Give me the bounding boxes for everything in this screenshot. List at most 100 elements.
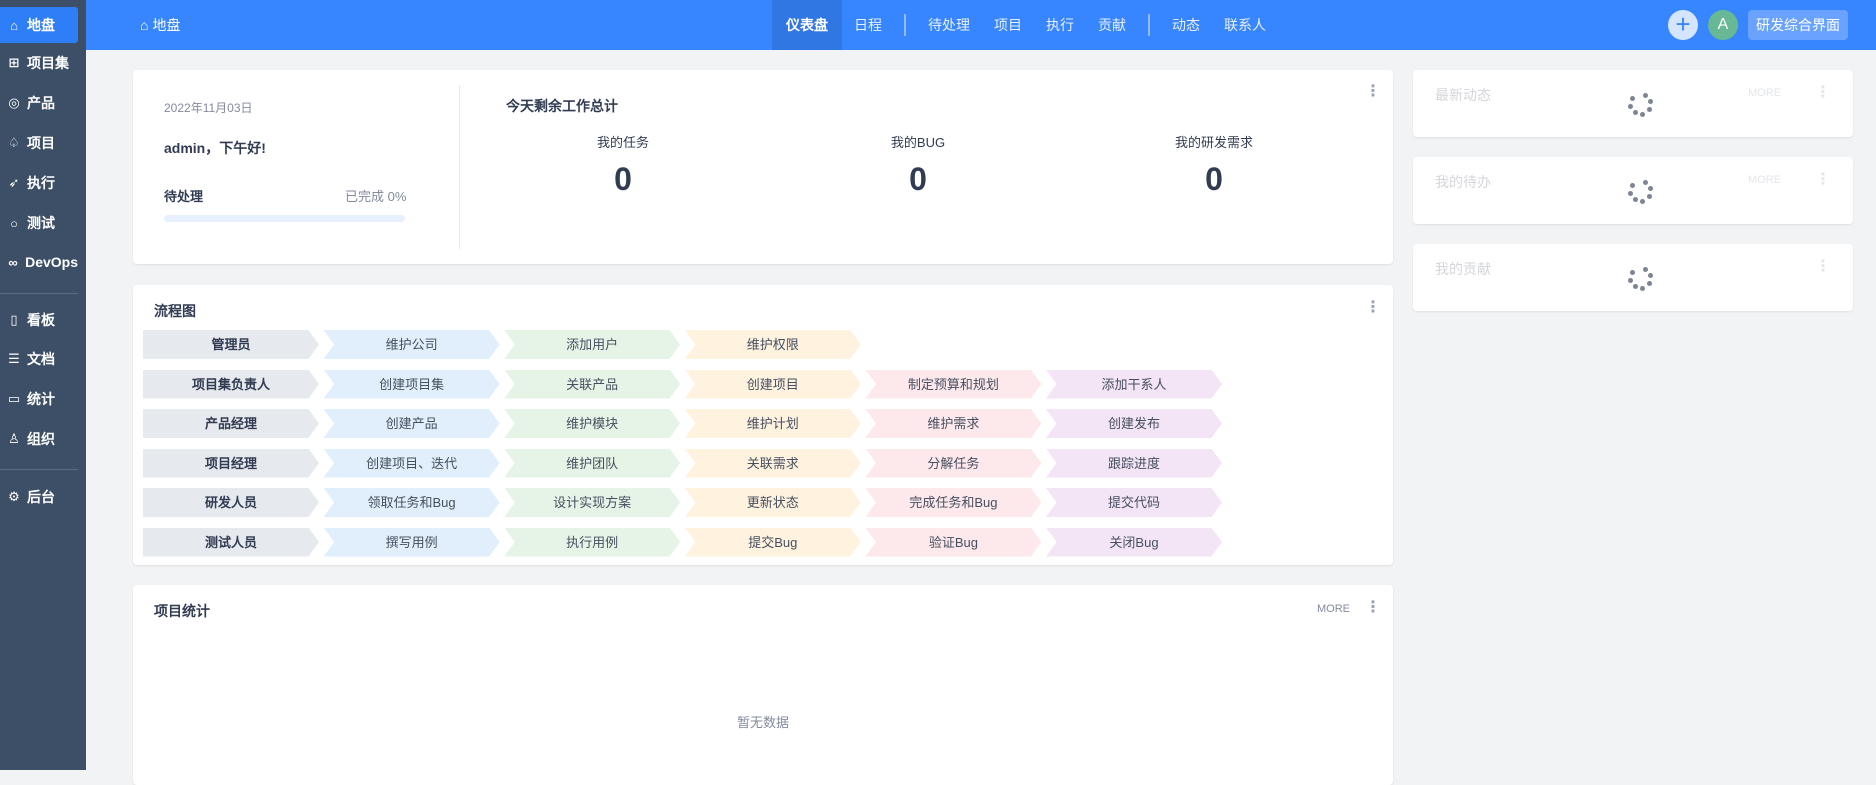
grid-icon: ⊞ — [8, 55, 20, 70]
create-plus-button[interactable]: + — [1668, 10, 1698, 40]
document-icon: ☰ — [8, 351, 20, 366]
flowchart-card: 流程图 ⋮ 管理员 维护公司 添加用户 维护权限 项目集负责人 创建项目集 关联产品 创建项目… — [133, 285, 1393, 565]
sidebar-item-label: DevOps — [25, 254, 78, 270]
nav-contribution[interactable]: 贡献 — [1086, 0, 1138, 50]
flow-step: 制定预算和规划 — [865, 369, 1042, 399]
flow-step: 关闭Bug — [1046, 527, 1222, 557]
sidebar-item-0[interactable]: ⌂ 地盘 — [0, 7, 78, 43]
stat-my-stories[interactable]: 我的研发需求 0 — [1114, 132, 1314, 198]
user-avatar[interactable]: A — [1708, 10, 1738, 40]
interface-switch-button[interactable]: 研发综合界面 — [1748, 10, 1848, 40]
more-options-icon[interactable]: ⋮ — [1365, 600, 1381, 616]
empty-state: 暂无数据 — [736, 715, 789, 730]
side-panel-card: 我的待办 MORE ⋮ — [1413, 157, 1853, 224]
flow-step: 跟踪进度 — [1046, 448, 1222, 478]
sidebar-divider — [0, 293, 78, 294]
runner-icon: ➶ — [8, 175, 20, 190]
sidebar-item-7[interactable]: ▯ 看板 — [0, 302, 78, 338]
flow-role: 管理员 — [143, 330, 319, 359]
sidebar-item-label: 测试 — [27, 215, 55, 231]
side-panel-card: 最新动态 MORE ⋮ — [1413, 70, 1853, 137]
progress-bar — [164, 215, 405, 222]
sidebar-item-9[interactable]: ▭ 统计 — [0, 381, 78, 417]
more-options-icon[interactable]: ⋮ — [1815, 259, 1831, 275]
nav-dynamic[interactable]: 动态 — [1160, 0, 1212, 50]
stat-my-tasks[interactable]: 我的任务 0 — [523, 132, 723, 198]
flow-step: 创建发布 — [1046, 409, 1222, 438]
flow-step: 添加用户 — [504, 330, 681, 359]
user-icon: ♙ — [8, 431, 20, 446]
sidebar-item-label: 统计 — [27, 391, 55, 407]
rocket-icon: ♤ — [8, 135, 20, 150]
more-options-icon[interactable]: ⋮ — [1365, 84, 1381, 100]
panel-title: 最新动态 — [1435, 87, 1491, 103]
sidebar-item-10[interactable]: ♙ 组织 — [0, 421, 78, 457]
more-options-icon[interactable]: ⋮ — [1365, 300, 1381, 316]
sidebar-item-3[interactable]: ♤ 项目 — [0, 125, 78, 161]
summary-title: 今天剩余工作总计 — [506, 98, 618, 114]
flow-role: 产品经理 — [143, 409, 319, 438]
flow-step: 维护团队 — [504, 448, 681, 478]
flow-step: 创建项目集 — [323, 369, 500, 399]
side-panel-card: 我的贡献 ⋮ — [1413, 244, 1853, 311]
greeting: admin，下午好! — [164, 140, 266, 156]
nav-dashboard[interactable]: 仪表盘 — [772, 0, 842, 50]
gear-icon: ⚙ — [8, 489, 20, 504]
flow-step: 创建产品 — [323, 409, 500, 438]
sidebar-item-2[interactable]: ◎ 产品 — [0, 85, 78, 121]
flow-step: 验证Bug — [865, 527, 1042, 557]
home-icon: ⌂ — [140, 17, 149, 33]
project-stats-card: 项目统计 MORE ⋮ 暂无数据 — [133, 585, 1393, 785]
magnifier-icon: ○ — [10, 215, 18, 231]
flow-role: 项目集负责人 — [143, 369, 319, 399]
sidebar-item-label: 后台 — [27, 489, 55, 505]
stat-my-bugs[interactable]: 我的BUG 0 — [818, 132, 1018, 198]
more-link[interactable]: MORE — [1748, 174, 1781, 186]
nav-calendar[interactable]: 日程 — [842, 0, 894, 50]
nav-execution[interactable]: 执行 — [1034, 0, 1086, 50]
flow-step: 维护需求 — [865, 409, 1042, 438]
flow-role: 研发人员 — [143, 488, 319, 517]
sidebar-item-4[interactable]: ➶ 执行 — [0, 165, 78, 201]
flow-step: 设计实现方案 — [504, 488, 681, 517]
main-nav: 仪表盘 日程 待处理 项目 执行 贡献 动态 联系人 — [772, 0, 1278, 50]
flow-step: 关联需求 — [684, 448, 861, 478]
loading-spinner-icon — [1628, 266, 1654, 292]
nav-pending[interactable]: 待处理 — [916, 0, 982, 50]
more-options-icon[interactable]: ⋮ — [1815, 85, 1831, 101]
flow-step: 维护公司 — [323, 330, 500, 359]
sidebar-divider — [0, 469, 78, 470]
flow-step: 创建项目 — [684, 369, 861, 399]
panel-title: 我的待办 — [1435, 174, 1491, 190]
sidebar-item-label: 文档 — [27, 351, 55, 367]
sidebar-item-1[interactable]: ⊞ 项目集 — [0, 45, 78, 81]
nav-contacts[interactable]: 联系人 — [1212, 0, 1278, 50]
flow-step: 提交代码 — [1046, 488, 1222, 517]
nav-project[interactable]: 项目 — [982, 0, 1034, 50]
flow-step: 分解任务 — [865, 448, 1042, 478]
more-link[interactable]: MORE — [1317, 603, 1350, 615]
flow-step: 提交Bug — [684, 527, 861, 557]
sidebar-item-11[interactable]: ⚙ 后台 — [0, 479, 78, 515]
breadcrumb[interactable]: ⌂ 地盘 — [140, 0, 180, 50]
pending-label: 待处理 — [164, 189, 204, 204]
sidebar-item-8[interactable]: ☰ 文档 — [0, 341, 78, 377]
flow-step: 维护模块 — [504, 409, 681, 438]
kanban-icon: ▯ — [10, 312, 18, 327]
nav-divider — [904, 14, 906, 36]
sidebar-item-6[interactable]: ∞ DevOps — [0, 244, 78, 280]
top-header: ⌂ 地盘 仪表盘 日程 待处理 项目 执行 贡献 动态 联系人 + A 研发综合界… — [86, 0, 1876, 50]
monitor-icon: ▭ — [7, 391, 21, 406]
flow-step: 添加干系人 — [1046, 369, 1222, 399]
flow-role: 测试人员 — [143, 527, 319, 557]
sidebar-item-label: 项目集 — [27, 55, 69, 71]
flow-step: 创建项目、迭代 — [323, 448, 500, 478]
more-options-icon[interactable]: ⋮ — [1815, 172, 1831, 188]
sidebar-item-5[interactable]: ○ 测试 — [0, 205, 78, 241]
infinity-icon: ∞ — [8, 254, 18, 270]
date-label: 2022年11月03日 — [164, 101, 253, 115]
flow-step: 完成任务和Bug — [865, 488, 1042, 517]
nav-divider — [1148, 14, 1150, 36]
more-link[interactable]: MORE — [1748, 87, 1781, 99]
flowchart-title: 流程图 — [154, 303, 196, 319]
